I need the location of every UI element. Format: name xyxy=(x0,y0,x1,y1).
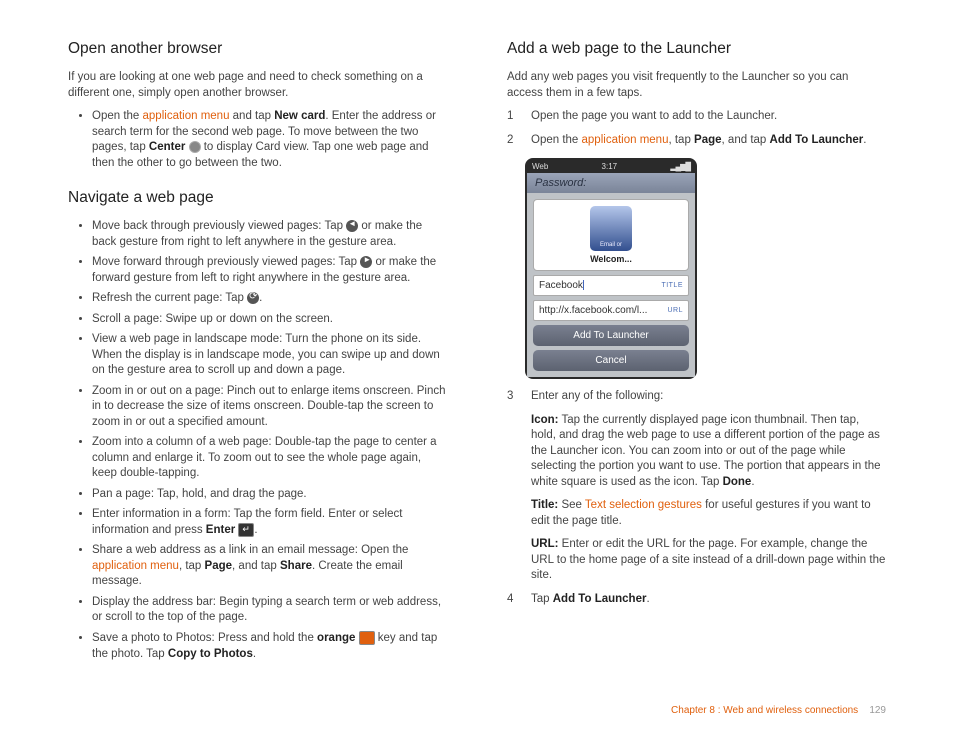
password-bar: Password: xyxy=(527,173,695,193)
title-value: Facebook xyxy=(539,280,583,291)
status-bar: Web 3:17 xyxy=(527,160,695,173)
status-time: 3:17 xyxy=(602,162,618,171)
left-column: Open another browser If you are looking … xyxy=(68,40,447,670)
nav-addressbar: Display the address bar: Begin typing a … xyxy=(92,595,447,626)
nav-share: Share a web address as a link in an emai… xyxy=(92,543,447,590)
footer-chapter: Chapter 8 : Web and wireless connections xyxy=(671,705,858,716)
nav-zoom-column: Zoom into a column of a web page: Double… xyxy=(92,435,447,482)
nav-scroll: Scroll a page: Swipe up or down on the s… xyxy=(92,312,447,328)
url-value: http://x.facebook.com/l... xyxy=(539,305,647,316)
page-footer: Chapter 8 : Web and wireless connections… xyxy=(671,705,886,716)
bullet-open-card: Open the application menu and tap New ca… xyxy=(92,109,447,171)
heading-open-browser: Open another browser xyxy=(68,40,447,58)
right-column: Add a web page to the Launcher Add any w… xyxy=(507,40,886,670)
title-tag: TITLE xyxy=(661,282,683,289)
url-field[interactable]: http://x.facebook.com/l... URL xyxy=(533,300,689,321)
nav-savephoto: Save a photo to Photos: Press and hold t… xyxy=(92,631,447,662)
title-desc: Title: See Text selection gestures for u… xyxy=(531,498,886,529)
nav-forward: Move forward through previously viewed p… xyxy=(92,255,447,286)
step-1: Open the page you want to add to the Lau… xyxy=(507,109,886,125)
nav-pan: Pan a page: Tap, hold, and drag the page… xyxy=(92,487,447,503)
link-app-menu-1[interactable]: application menu xyxy=(143,110,230,122)
footer-page: 129 xyxy=(869,705,886,716)
heading-add-launcher: Add a web page to the Launcher xyxy=(507,40,886,58)
add-to-launcher-button[interactable]: Add To Launcher xyxy=(533,325,689,346)
link-app-menu-2[interactable]: application menu xyxy=(92,560,179,572)
nav-landscape: View a web page in landscape mode: Turn … xyxy=(92,332,447,379)
link-app-menu-3[interactable]: application menu xyxy=(582,134,669,146)
step-3: Enter any of the following: xyxy=(507,389,886,405)
step-2: Open the application menu, tap Page, and… xyxy=(507,133,886,149)
heading-navigate: Navigate a web page xyxy=(68,189,447,207)
step-4: Tap Add To Launcher. xyxy=(507,592,886,608)
signal-icon xyxy=(670,162,690,171)
para-add-launcher: Add any web pages you visit frequently t… xyxy=(507,70,886,101)
phone-screenshot: Web 3:17 Password: Email or Welcom... Fa… xyxy=(525,158,697,379)
orange-key-icon xyxy=(359,631,375,645)
text-cursor xyxy=(583,280,584,290)
icon-card[interactable]: Email or Welcom... xyxy=(533,199,689,271)
nav-refresh: Refresh the current page: Tap . xyxy=(92,291,447,307)
cancel-button[interactable]: Cancel xyxy=(533,350,689,371)
url-desc: URL: Enter or edit the URL for the page.… xyxy=(531,537,886,584)
para-open-browser: If you are looking at one web page and n… xyxy=(68,70,447,101)
thumb-caption: Welcom... xyxy=(590,254,632,264)
title-field[interactable]: Facebook TITLE xyxy=(533,275,689,296)
url-tag: URL xyxy=(667,307,683,314)
nav-zoom: Zoom in or out on a page: Pinch out to e… xyxy=(92,384,447,431)
center-button-icon xyxy=(189,141,201,153)
status-app: Web xyxy=(532,162,548,171)
icon-desc: Icon: Tap the currently displayed page i… xyxy=(531,413,886,491)
refresh-icon xyxy=(247,292,259,304)
link-text-selection[interactable]: Text selection gestures xyxy=(585,499,702,511)
back-icon xyxy=(346,220,358,232)
forward-icon xyxy=(360,256,372,268)
nav-back: Move back through previously viewed page… xyxy=(92,219,447,250)
nav-form: Enter information in a form: Tap the for… xyxy=(92,507,447,538)
page-thumbnail[interactable]: Email or xyxy=(590,206,632,251)
enter-key-icon xyxy=(238,523,254,537)
